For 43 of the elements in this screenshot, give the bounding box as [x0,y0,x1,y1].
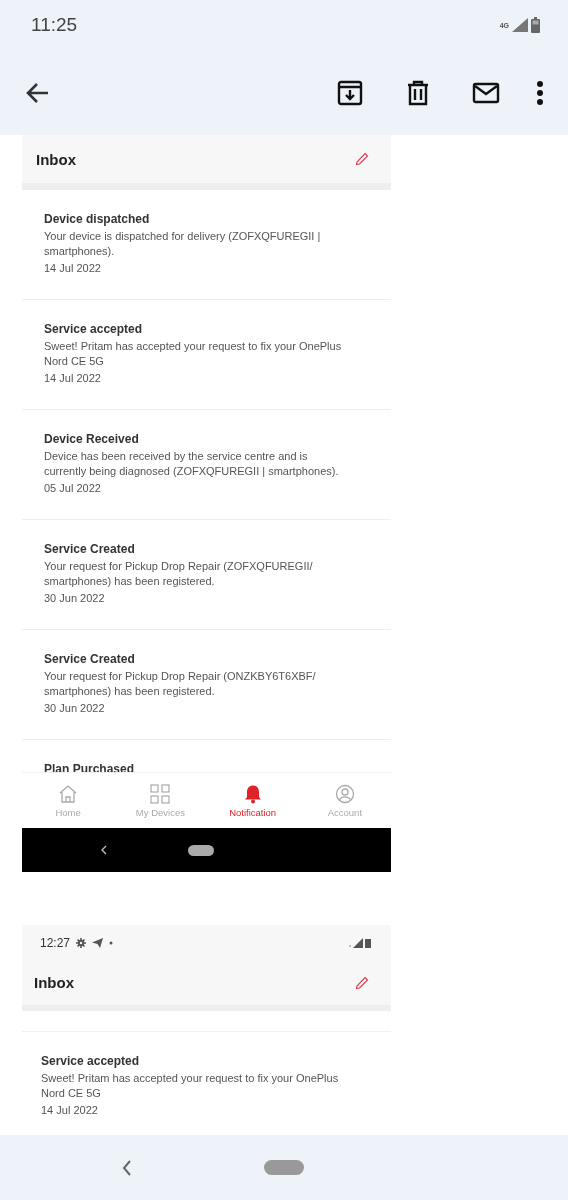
status-time: 12:27 [40,935,71,950]
notification-title: Device Received [44,432,140,446]
notification-message: Your request for Pickup Drop Repair (ZOFXQFUREGII/ smartphones) has been registered. [44,559,314,589]
nav-tab[interactable]: My Devices [114,773,207,828]
account-icon [334,783,355,804]
notification-title: Service accepted [41,1054,141,1068]
status-time: 11:25 [31,14,78,36]
dot-icon [109,940,114,945]
signal-icon [512,18,528,32]
notification-message: Your device is dispatched for delivery (ZOFXQFUREGII | smartphones). [44,229,322,259]
signal-battery-icon [349,937,371,948]
notification-title: Device dispatched [44,212,151,226]
notification-message: Device has been received by the service centre and is currently being diagnosed (ZOFXQFUREGII | smartphones). [44,449,340,479]
notification-message: Your request for Pickup Drop Repair (ONZKBY6T6XBF/ smartphones) has been registered. [44,669,317,699]
notification-message: Sweet! Pritam has accepted your request to fix your OnePlus Nord CE 5G [44,339,343,369]
send-icon [92,937,104,948]
nav-tab[interactable]: Notification [206,773,299,828]
edit-pencil-icon[interactable] [355,152,369,166]
battery-icon [531,17,540,33]
bell-icon [242,783,263,804]
notification-date: 05 Jul 2022 [44,482,102,494]
notification-title: Service Created [44,542,136,556]
nav-tab[interactable]: Home [22,773,115,828]
home-icon [58,783,79,804]
nav-tab[interactable]: Account [298,773,391,828]
notification-title: Service accepted [44,322,144,336]
home-pill[interactable] [188,844,214,856]
more-options-icon[interactable] [536,78,544,107]
notification-message: Sweet! Pritam has accepted your request to fix your OnePlus Nord CE 5G [41,1071,340,1101]
notification-date: 14 Jul 2022 [44,262,102,274]
notification-date: 14 Jul 2022 [41,1104,99,1116]
back-chevron-icon[interactable] [100,845,107,855]
inbox-title: Inbox [36,150,76,168]
grid-icon [150,783,171,804]
settings-icon [76,937,87,948]
notification-date: 14 Jul 2022 [44,372,102,384]
notification-title: Service Created [44,652,136,666]
back-chevron-icon[interactable] [122,1159,132,1176]
notification-date: 30 Jun 2022 [44,592,106,604]
edit-pencil-icon[interactable] [355,975,369,990]
archive-icon[interactable] [336,78,364,107]
notification-date: 30 Jun 2022 [44,702,106,714]
inbox-title: Inbox [34,974,74,991]
